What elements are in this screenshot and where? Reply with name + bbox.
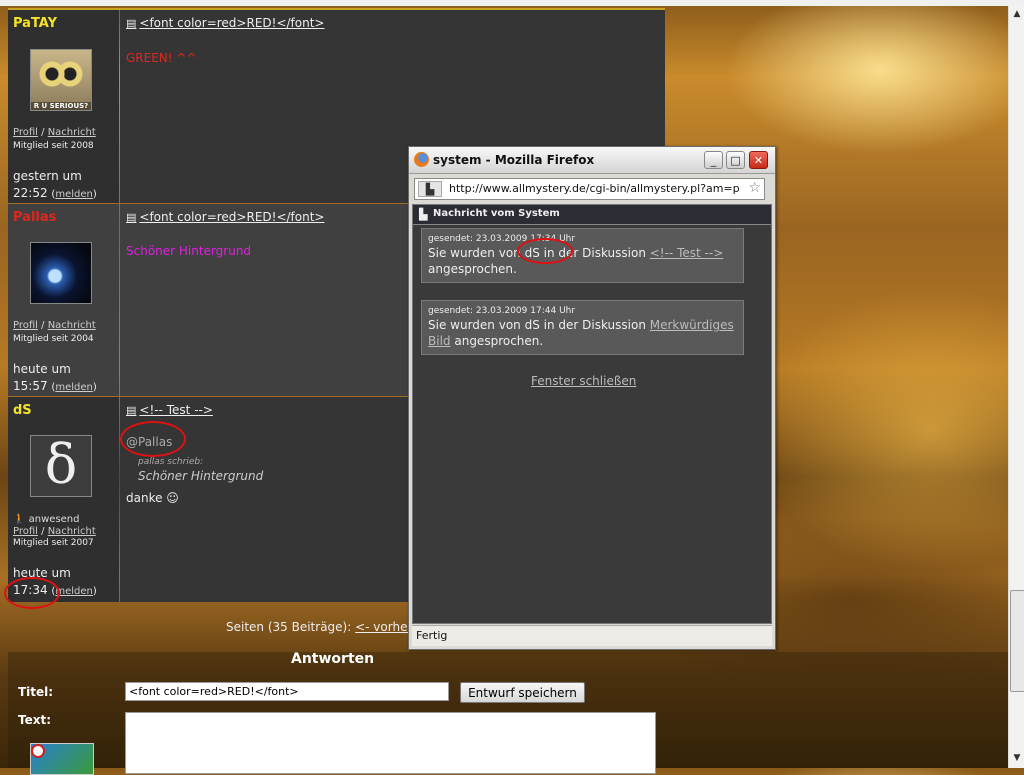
- message-body: Sie wurden von dS in der Diskussion Merk…: [428, 317, 737, 349]
- post-username[interactable]: PaTAY: [13, 16, 57, 31]
- post-title-text[interactable]: <!-- Test -->: [139, 403, 213, 417]
- post-title-text[interactable]: <font color=red>RED!</font>: [139, 210, 324, 224]
- post-time: heute um 15:57 (melden): [13, 362, 97, 393]
- report-link[interactable]: melden: [55, 189, 93, 200]
- annotation-circle: [4, 577, 60, 609]
- scroll-down-icon[interactable]: ▼: [1009, 750, 1024, 766]
- window-titlebar[interactable]: system - Mozilla Firefox _ □ ✕: [409, 147, 775, 174]
- message-text-end: angesprochen.: [454, 334, 544, 348]
- status-bar: Fertig: [412, 625, 772, 646]
- post-body: Schöner Hintergrund: [126, 244, 252, 258]
- message-link[interactable]: Nachricht: [48, 127, 96, 138]
- sent-date: gesendet: 23.03.2009 17:44 Uhr: [428, 306, 737, 316]
- firefox-icon: [414, 152, 429, 167]
- profile-links: Profil / Nachricht: [13, 526, 96, 537]
- title-input[interactable]: [125, 682, 449, 701]
- pagination: Seiten (35 Beiträge): <- vorher: [226, 620, 412, 634]
- document-icon: ▤: [126, 211, 137, 224]
- profile-link[interactable]: Profil: [13, 526, 38, 537]
- firefox-popup-window: system - Mozilla Firefox _ □ ✕ ▙ http://…: [408, 146, 776, 650]
- system-message: gesendet: 23.03.2009 17:44 Uhr Sie wurde…: [421, 300, 744, 355]
- no-sign-icon: [31, 744, 45, 758]
- sent-time: 17:44 Uhr: [530, 306, 576, 316]
- member-since: Mitglied seit 2008: [13, 141, 94, 151]
- post-time-clock: 15:57: [13, 379, 48, 393]
- post-body: danke ☺: [126, 491, 179, 505]
- post-time-day: gestern um: [13, 169, 82, 183]
- avatar-caption: R U SERIOUS?: [31, 102, 91, 110]
- post-time: gestern um 22:52 (melden): [13, 169, 97, 200]
- scroll-thumb[interactable]: [1010, 590, 1024, 692]
- discussion-link[interactable]: <!-- Test -->: [650, 246, 724, 260]
- profile-links: Profil / Nachricht: [13, 320, 96, 331]
- bookmark-star-icon[interactable]: ☆: [748, 180, 761, 196]
- message-link[interactable]: Nachricht: [48, 320, 96, 331]
- message-body: Sie wurden von dS in der Diskussion <!--…: [428, 245, 737, 277]
- close-icon[interactable]: ✕: [749, 151, 768, 169]
- status-line: 🚶 anwesend: [13, 514, 80, 525]
- report-link[interactable]: melden: [55, 586, 93, 597]
- reply-avatar: [30, 743, 94, 775]
- document-icon: ▤: [126, 404, 137, 417]
- message-link[interactable]: Nachricht: [48, 526, 96, 537]
- pagination-label: Seiten (35 Beiträge):: [226, 620, 352, 634]
- post-username[interactable]: Pallas: [13, 210, 56, 225]
- window-title: system - Mozilla Firefox: [433, 153, 595, 167]
- avatar: R U SERIOUS?: [30, 49, 92, 111]
- sent-date-prefix: gesendet: 23.03.2009: [428, 234, 528, 244]
- minimize-icon[interactable]: _: [704, 151, 723, 169]
- page-scrollbar[interactable]: ▲ ▼: [1008, 6, 1024, 768]
- post-author-panel: Pallas Profil / Nachricht Mitglied seit …: [8, 204, 119, 396]
- site-identity-icon[interactable]: ▙: [418, 181, 442, 197]
- sent-date-prefix: gesendet: 23.03.2009: [428, 306, 528, 316]
- text-label: Text:: [18, 713, 52, 727]
- post-username[interactable]: dS: [13, 403, 32, 418]
- member-since: Mitglied seit 2007: [13, 538, 94, 548]
- message-header: ▙ Nachricht vom System: [413, 205, 771, 225]
- post-title[interactable]: ▤ <font color=red>RED!</font>: [126, 16, 324, 30]
- person-icon: 🚶: [13, 514, 26, 525]
- profile-link[interactable]: Profil: [13, 127, 38, 138]
- message-header-title: Nachricht vom System: [433, 208, 560, 219]
- post-time-day: heute um: [13, 362, 71, 376]
- post-time-clock: 22:52: [13, 186, 48, 200]
- scroll-up-icon[interactable]: ▲: [1009, 6, 1024, 22]
- annotation-circle: [517, 238, 573, 264]
- member-since: Mitglied seit 2004: [13, 334, 94, 344]
- url-bar[interactable]: ▙ http://www.allmystery.de/cgi-bin/allmy…: [414, 178, 765, 200]
- browser-top-edge: [0, 0, 1024, 6]
- close-window-link[interactable]: Fenster schließen: [531, 374, 636, 388]
- avatar: δ: [30, 435, 92, 497]
- sent-date: gesendet: 23.03.2009 17:34 Uhr: [428, 234, 737, 244]
- save-draft-button[interactable]: Entwurf speichern: [460, 682, 585, 703]
- annotation-circle: [120, 421, 186, 457]
- post-title-text[interactable]: <font color=red>RED!</font>: [139, 16, 324, 30]
- prev-page-link[interactable]: <- vorher: [355, 620, 412, 634]
- message-text-end: angesprochen.: [428, 262, 517, 276]
- reply-text-area[interactable]: [125, 712, 656, 774]
- url-text[interactable]: http://www.allmystery.de/cgi-bin/allmyst…: [449, 182, 739, 195]
- report-link[interactable]: melden: [55, 382, 93, 393]
- document-icon: ▙: [419, 208, 428, 221]
- status-text: Fertig: [416, 629, 448, 642]
- avatar: [30, 242, 92, 304]
- online-status: anwesend: [28, 514, 80, 525]
- title-label: Titel:: [18, 685, 54, 699]
- post-body: GREEN! ^^: [126, 51, 197, 65]
- message-text: Sie wurden von dS in der Diskussion: [428, 318, 646, 332]
- reply-heading: Antworten: [291, 651, 375, 667]
- maximize-icon[interactable]: □: [726, 151, 745, 169]
- post-author-panel: dS δ 🚶 anwesend Profil / Nachricht Mitgl…: [8, 397, 119, 602]
- quote-text: Schöner Hintergrund: [138, 469, 264, 483]
- post-title[interactable]: ▤ <!-- Test -->: [126, 403, 213, 417]
- popup-content: ▙ Nachricht vom System gesendet: 23.03.2…: [412, 204, 772, 624]
- post-title[interactable]: ▤ <font color=red>RED!</font>: [126, 210, 324, 224]
- document-icon: ▤: [126, 17, 137, 30]
- profile-links: Profil / Nachricht: [13, 127, 96, 138]
- post-author-panel: PaTAY R U SERIOUS? Profil / Nachricht Mi…: [8, 10, 119, 203]
- system-message: gesendet: 23.03.2009 17:34 Uhr Sie wurde…: [421, 228, 744, 283]
- profile-link[interactable]: Profil: [13, 320, 38, 331]
- quote-author: pallas schrieb:: [138, 457, 204, 467]
